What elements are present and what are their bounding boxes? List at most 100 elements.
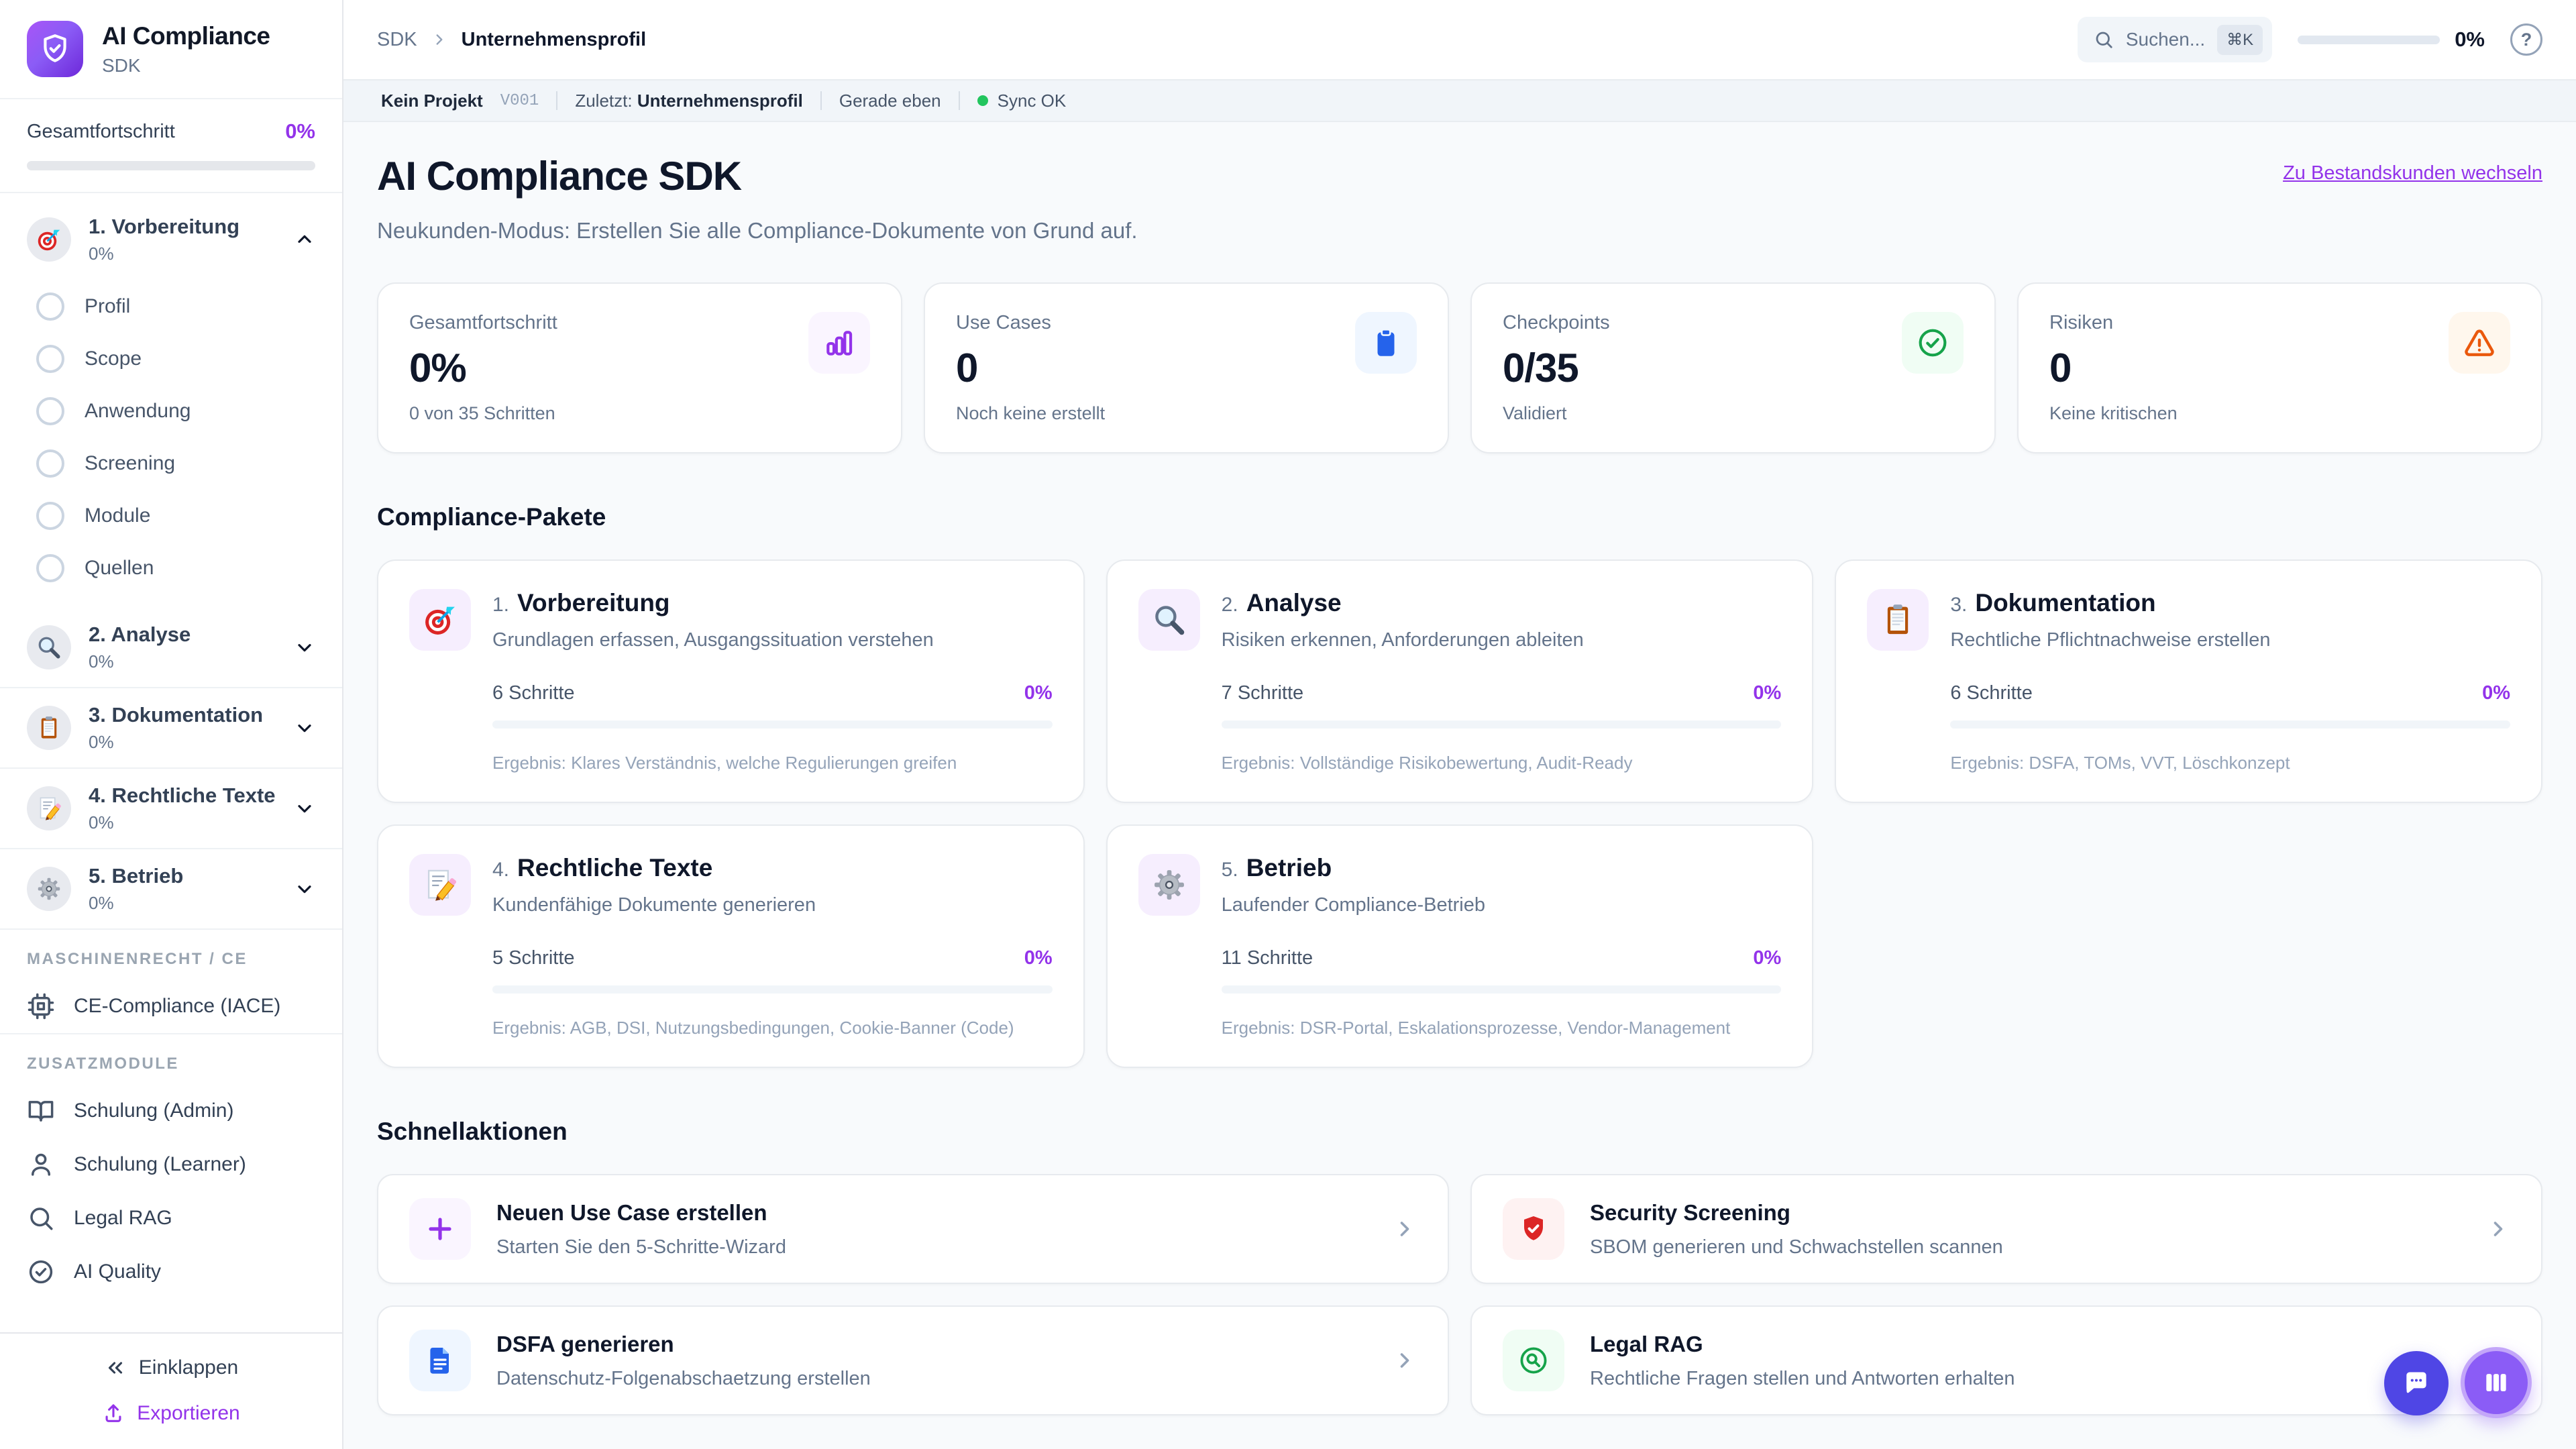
sidebar-item-legal-rag[interactable]: Legal RAG (0, 1191, 342, 1245)
app-logo: AI Compliance SDK (0, 0, 342, 98)
status-bar: Kein Projekt V001 Zuletzt: Unternehmensp… (343, 79, 2576, 122)
chevron-down-icon[interactable] (294, 798, 315, 819)
phase-label: 3. Dokumentation (89, 703, 264, 727)
package-description: Laufender Compliance-Betrieb (1221, 894, 1485, 916)
chevron-down-icon[interactable] (294, 717, 315, 739)
cpu-icon (28, 993, 54, 1020)
package-number: 1. (492, 594, 510, 616)
quick-action-title: Neuen Use Case erstellen (496, 1199, 767, 1225)
sidebar-item-ce-compliance[interactable]: CE-Compliance (IACE) (0, 979, 342, 1033)
module-label: CE-Compliance (IACE) (74, 995, 281, 1017)
stat-label: Gesamtfortschritt (409, 312, 557, 333)
package-progress-bar (1950, 720, 2510, 729)
divider (820, 91, 822, 110)
package-card-betrieb[interactable]: 5. Betrieb Laufender Compliance-Betrieb 1… (1106, 824, 1814, 1068)
sidebar-item-profil[interactable]: Profil (0, 280, 342, 333)
chevron-down-icon[interactable] (294, 878, 315, 900)
search-icon (30, 1208, 53, 1230)
quick-action-new-use-case[interactable]: Neuen Use Case erstellen Starten Sie den… (377, 1174, 1449, 1284)
package-steps: 7 Schritte (1221, 682, 1304, 704)
module-label: AI Quality (74, 1260, 162, 1283)
target-icon (27, 217, 71, 262)
sidebar-phase-dokumentation[interactable]: 3. Dokumentation 0% (0, 687, 342, 767)
sidebar-item-module[interactable]: Module (0, 490, 342, 542)
export-button[interactable]: Exportieren (102, 1402, 240, 1425)
file-text-icon (409, 1330, 471, 1391)
stat-value: 0 (2049, 345, 2072, 390)
package-card-analyse[interactable]: 2. Analyse Risiken erkennen, Anforderunge… (1106, 559, 1814, 803)
switch-mode-link[interactable]: Zu Bestandskunden wechseln (2283, 162, 2542, 184)
search-placeholder: Suchen... (2125, 29, 2206, 50)
step-circle-icon (36, 345, 64, 373)
clipboard-icon (1867, 589, 1929, 651)
package-title: Rechtliche Texte (517, 854, 713, 881)
package-card-dokumentation[interactable]: 3. Dokumentation Rechtliche Pflichtnachwe… (1835, 559, 2542, 803)
topbar: SDK Unternehmensprofil Suchen... ⌘K 0% ? (343, 0, 2576, 79)
sidebar-overall-progress: Gesamtfortschritt 0% (0, 98, 342, 193)
target-icon (409, 589, 471, 651)
breadcrumb-sdk[interactable]: SDK (377, 29, 417, 51)
sidebar-item-schulung-admin[interactable]: Schulung (Admin) (0, 1084, 342, 1138)
subitem-label: Scope (85, 347, 142, 370)
chevron-up-icon[interactable] (294, 229, 315, 250)
sidebar-item-screening[interactable]: Screening (0, 437, 342, 490)
memo-pencil-icon (409, 854, 471, 916)
quick-actions-grid: Neuen Use Case erstellen Starten Sie den… (377, 1174, 2542, 1415)
chat-assistant-button[interactable] (2384, 1351, 2449, 1415)
search-input[interactable]: Suchen... ⌘K (2077, 17, 2273, 62)
package-progress-value: 0% (1753, 682, 1782, 704)
phase-progress: 0% (89, 732, 114, 752)
quick-action-security-screening[interactable]: Security Screening SBOM generieren und S… (1470, 1174, 2542, 1284)
sidebar-phase-betrieb[interactable]: 5. Betrieb 0% (0, 848, 342, 928)
sidebar-item-anwendung[interactable]: Anwendung (0, 385, 342, 437)
divider (958, 91, 960, 110)
kanban-columns-icon (2486, 1374, 2506, 1391)
kanban-board-button[interactable] (2461, 1347, 2532, 1418)
sidebar-item-ai-quality[interactable]: AI Quality (0, 1245, 342, 1299)
quick-action-legal-rag[interactable]: Legal RAG Rechtliche Fragen stellen und … (1470, 1305, 2542, 1415)
stat-sub: Validiert (1503, 403, 1567, 423)
sidebar-item-schulung-learner[interactable]: Schulung (Learner) (0, 1138, 342, 1191)
overall-progress-bar (27, 161, 315, 170)
package-progress-bar (1221, 985, 1782, 994)
package-number: 5. (1221, 859, 1238, 881)
quick-action-title: DSFA generieren (496, 1331, 674, 1356)
step-circle-icon (36, 397, 64, 425)
section-label-maschinenrecht: MASCHINENRECHT / CE (27, 950, 248, 968)
page-header: AI Compliance SDK Neukunden-Modus: Erste… (377, 153, 2542, 244)
chevron-down-icon[interactable] (294, 637, 315, 658)
sidebar-phase-analyse[interactable]: 2. Analyse 0% (0, 608, 342, 687)
last-edited-label: Zuletzt: (575, 90, 633, 111)
package-progress-bar (1221, 720, 1782, 729)
app-window: AI Compliance SDK Gesamtfortschritt 0% 1… (0, 0, 2576, 1449)
package-result: Ergebnis: Vollständige Risikobewertung, … (1221, 753, 1633, 773)
section-title-compliance-pakete: Compliance-Pakete (377, 503, 606, 531)
clipboard-icon (27, 706, 71, 750)
sync-label: Sync OK (997, 90, 1067, 111)
sidebar-phase-rechtliche-texte[interactable]: 4. Rechtliche Texte 0% (0, 767, 342, 848)
memo-pencil-icon (27, 786, 71, 830)
stat-label: Risiken (2049, 312, 2114, 333)
breadcrumb-current: Unternehmensprofil (461, 28, 647, 50)
breadcrumb: SDK Unternehmensprofil (377, 29, 646, 51)
collapse-sidebar-button[interactable]: Einklappen (104, 1356, 238, 1379)
quick-action-dsfa[interactable]: DSFA generieren Datenschutz-Folgenabscha… (377, 1305, 1449, 1415)
stat-sub: 0 von 35 Schritten (409, 403, 555, 423)
package-description: Risiken erkennen, Anforderungen ableiten (1221, 629, 1584, 651)
package-number: 3. (1950, 594, 1968, 616)
header-progress-value: 0% (2455, 28, 2485, 51)
quick-action-title: Security Screening (1590, 1199, 1790, 1225)
sidebar-item-quellen[interactable]: Quellen (0, 542, 342, 594)
project-name: Kein Projekt (381, 90, 483, 111)
sidebar-item-scope[interactable]: Scope (0, 333, 342, 385)
package-card-rechtliche-texte[interactable]: 4. Rechtliche Texte Kundenfähige Dokument… (377, 824, 1085, 1068)
step-circle-icon (36, 449, 64, 478)
help-button[interactable]: ? (2510, 23, 2542, 56)
quick-action-subtitle: Rechtliche Fragen stellen und Antworten … (1590, 1367, 2015, 1389)
phase-label: 4. Rechtliche Texte (89, 784, 276, 807)
package-card-vorbereitung[interactable]: 1. Vorbereitung Grundlagen erfassen, Ausg… (377, 559, 1085, 803)
stats-row: Gesamtfortschritt 0% 0 von 35 Schritten … (377, 282, 2542, 453)
phase-progress: 0% (89, 651, 114, 672)
header-progress: 0% (2298, 28, 2485, 52)
sidebar-phase-vorbereitung[interactable]: 1. Vorbereitung 0% (0, 200, 342, 279)
